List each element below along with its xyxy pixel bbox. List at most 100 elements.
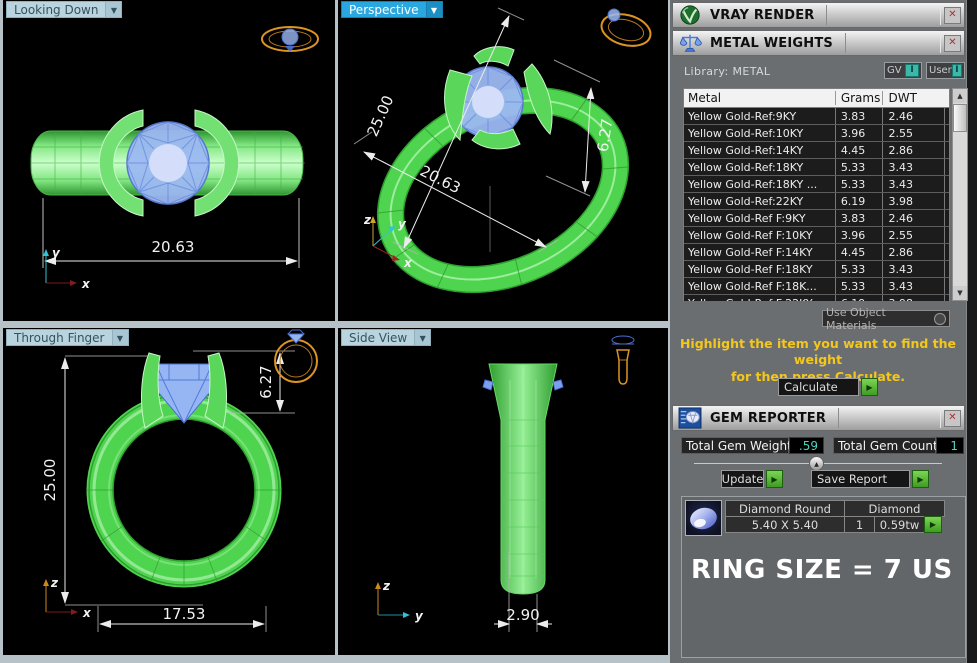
axis-z-label: z bbox=[382, 579, 391, 593]
close-icon[interactable]: ✕ bbox=[944, 7, 961, 24]
ring-wireframe-perspective bbox=[344, 47, 662, 321]
metal-cell-dwt: 2.86 bbox=[882, 244, 944, 260]
use-object-materials-dropdown[interactable]: Use Object Materials bbox=[822, 310, 950, 327]
vray-title: VRAY RENDER bbox=[710, 8, 814, 23]
metal-cell-pad bbox=[944, 159, 949, 175]
metal-table-row[interactable]: Yellow Gold-Ref:22KY6.193.98 bbox=[684, 193, 949, 210]
axis-y-label: y bbox=[415, 609, 424, 623]
metal-table-row[interactable]: Yellow Gold-Ref F:18K...5.333.43 bbox=[684, 278, 949, 295]
metal-cell-grams: 4.45 bbox=[835, 244, 883, 260]
play-icon[interactable]: ▶ bbox=[766, 470, 783, 488]
metal-table-row[interactable]: Yellow Gold-Ref F:14KY4.452.86 bbox=[684, 244, 949, 261]
vray-render-header[interactable]: VRAY RENDER ✕ bbox=[672, 2, 965, 28]
gv-toggle-button[interactable]: GV I bbox=[884, 62, 922, 79]
viewport-side-view[interactable]: 2.90 z y Side View ▼ bbox=[338, 328, 668, 655]
metal-table-row[interactable]: Yellow Gold-Ref:10KY3.962.55 bbox=[684, 125, 949, 142]
gem-weight-cell[interactable]: 0.59tw bbox=[874, 516, 925, 533]
metal-table-row[interactable]: Yellow Gold-Ref F:18KY5.333.43 bbox=[684, 261, 949, 278]
viewport-tab-label[interactable]: Through Finger bbox=[6, 329, 112, 346]
save-report-button[interactable]: Save Report ▶ bbox=[811, 470, 929, 488]
viewport-looking-down[interactable]: 20.63 y x Looking Down ▼ bbox=[3, 0, 335, 321]
metal-cell-pad bbox=[944, 244, 949, 260]
metal-table-row[interactable]: Yellow Gold-Ref F:10KY3.962.55 bbox=[684, 227, 949, 244]
collapse-icon[interactable]: ▲ bbox=[809, 456, 824, 471]
calculate-button-label[interactable]: Calculate bbox=[778, 378, 859, 396]
viewport-perspective-canvas[interactable]: 25.00 6.27 20.63 z y bbox=[338, 0, 668, 321]
vray-icon bbox=[678, 4, 702, 26]
viewport-tab-side-view[interactable]: Side View ▼ bbox=[341, 329, 431, 346]
axis-x-label: x bbox=[82, 606, 92, 620]
viewport-perspective[interactable]: 25.00 6.27 20.63 z y bbox=[338, 0, 668, 321]
metal-cell-dwt: 3.43 bbox=[882, 176, 944, 192]
viewport-tab-label[interactable]: Perspective bbox=[341, 1, 426, 18]
ring-size-text: RING SIZE = 7 US bbox=[691, 555, 953, 585]
close-icon[interactable]: ✕ bbox=[944, 410, 961, 427]
metal-cell-grams: 3.96 bbox=[835, 125, 883, 141]
play-icon[interactable]: ▶ bbox=[912, 470, 929, 488]
total-gem-weight-value: .59 bbox=[789, 437, 824, 454]
gem-shape-cell[interactable]: Diamond Round bbox=[725, 500, 845, 517]
use-object-materials-label: Use Object Materials bbox=[826, 306, 934, 332]
gem-count-cell[interactable]: 1 bbox=[844, 516, 875, 533]
viewport-through-finger[interactable]: 25.00 6.27 17.53 z x bbox=[3, 328, 335, 655]
chevron-down-icon[interactable]: ▼ bbox=[112, 329, 129, 346]
metal-cell-grams: 5.33 bbox=[835, 261, 883, 277]
metal-table-row[interactable]: Yellow Gold-Ref:18KY ...5.333.43 bbox=[684, 176, 949, 193]
gem-reporter-title: GEM REPORTER bbox=[710, 411, 826, 426]
ring-wireframe-front bbox=[87, 353, 281, 587]
scroll-up-icon[interactable]: ▲ bbox=[953, 89, 967, 103]
gem-report-box: Diamond Round Diamond 5.40 X 5.40 1 0.59… bbox=[681, 496, 966, 658]
play-icon[interactable]: ▶ bbox=[861, 378, 878, 396]
metal-table-row[interactable]: Yellow Gold-Ref F:9KY3.832.46 bbox=[684, 210, 949, 227]
metal-cell-grams: 3.83 bbox=[835, 210, 883, 226]
metal-table-row[interactable]: Yellow Gold-Ref:9KY3.832.46 bbox=[684, 108, 949, 125]
gem-size-cell[interactable]: 5.40 X 5.40 bbox=[725, 516, 845, 533]
gem-highlight bbox=[693, 518, 707, 529]
column-header-dwt[interactable]: DWT bbox=[882, 91, 944, 105]
scrollbar-thumb[interactable] bbox=[953, 104, 967, 132]
viewport-tab-perspective[interactable]: Perspective ▼ bbox=[341, 1, 443, 18]
dim-label: 17.53 bbox=[163, 605, 206, 623]
viewport-tab-looking-down[interactable]: Looking Down ▼ bbox=[6, 1, 122, 18]
toggle-indicator-icon[interactable]: I bbox=[905, 64, 919, 77]
viewport-tab-label[interactable]: Looking Down bbox=[6, 1, 105, 18]
toggle-indicator-icon[interactable]: I bbox=[952, 64, 962, 77]
calculate-button[interactable]: Calculate ▶ bbox=[778, 378, 878, 396]
column-header-metal[interactable]: Metal bbox=[684, 91, 835, 105]
axis-z-label: z bbox=[50, 576, 59, 590]
metal-cell-metal: Yellow Gold-Ref F:22KY bbox=[684, 295, 835, 301]
gem-reporter-header[interactable]: GEM REPORTER ✕ bbox=[672, 405, 965, 431]
play-icon[interactable]: ▶ bbox=[924, 516, 942, 533]
viewport-tab-label[interactable]: Side View bbox=[341, 329, 414, 346]
gem-thumbnail[interactable] bbox=[685, 500, 722, 536]
chevron-down-icon[interactable]: ▼ bbox=[105, 1, 122, 18]
chevron-down-icon[interactable]: ▼ bbox=[414, 329, 431, 346]
ring-wireframe-side bbox=[483, 364, 563, 594]
metal-table-row[interactable]: Yellow Gold-Ref:14KY4.452.86 bbox=[684, 142, 949, 159]
metal-cell-pad bbox=[944, 261, 949, 277]
axis-indicator: z x bbox=[43, 576, 92, 620]
close-icon[interactable]: ✕ bbox=[944, 35, 961, 52]
viewport-side-view-canvas[interactable]: 2.90 z y bbox=[338, 328, 668, 655]
save-report-button-label[interactable]: Save Report bbox=[811, 470, 910, 488]
update-button-label[interactable]: Update bbox=[721, 470, 764, 488]
metal-table-row[interactable]: Yellow Gold-Ref F:22KY6.193.98 bbox=[684, 295, 949, 301]
viewport-tab-through-finger[interactable]: Through Finger ▼ bbox=[6, 329, 129, 346]
radio-icon[interactable] bbox=[934, 313, 946, 325]
orientation-ring-icon bbox=[612, 336, 634, 384]
metal-table-row[interactable]: Yellow Gold-Ref:18KY5.333.43 bbox=[684, 159, 949, 176]
axis-x-label: x bbox=[81, 277, 91, 291]
user-toggle-button[interactable]: User I bbox=[926, 62, 965, 79]
viewport-looking-down-canvas[interactable]: 20.63 y x bbox=[3, 0, 335, 321]
scroll-down-icon[interactable]: ▼ bbox=[953, 286, 967, 300]
metal-weights-title: METAL WEIGHTS bbox=[710, 36, 833, 51]
viewport-through-finger-canvas[interactable]: 25.00 6.27 17.53 z x bbox=[3, 328, 335, 655]
table-scrollbar[interactable]: ▲ ▼ bbox=[952, 88, 968, 301]
update-button[interactable]: Update ▶ bbox=[721, 470, 783, 488]
metal-cell-pad bbox=[944, 227, 949, 243]
metal-weights-header[interactable]: METAL WEIGHTS ✕ bbox=[672, 30, 965, 56]
gem-material-cell[interactable]: Diamond bbox=[844, 500, 945, 517]
orientation-ring-icon bbox=[275, 330, 317, 382]
column-header-grams[interactable]: Grams bbox=[835, 91, 883, 105]
chevron-down-icon[interactable]: ▼ bbox=[426, 1, 443, 18]
